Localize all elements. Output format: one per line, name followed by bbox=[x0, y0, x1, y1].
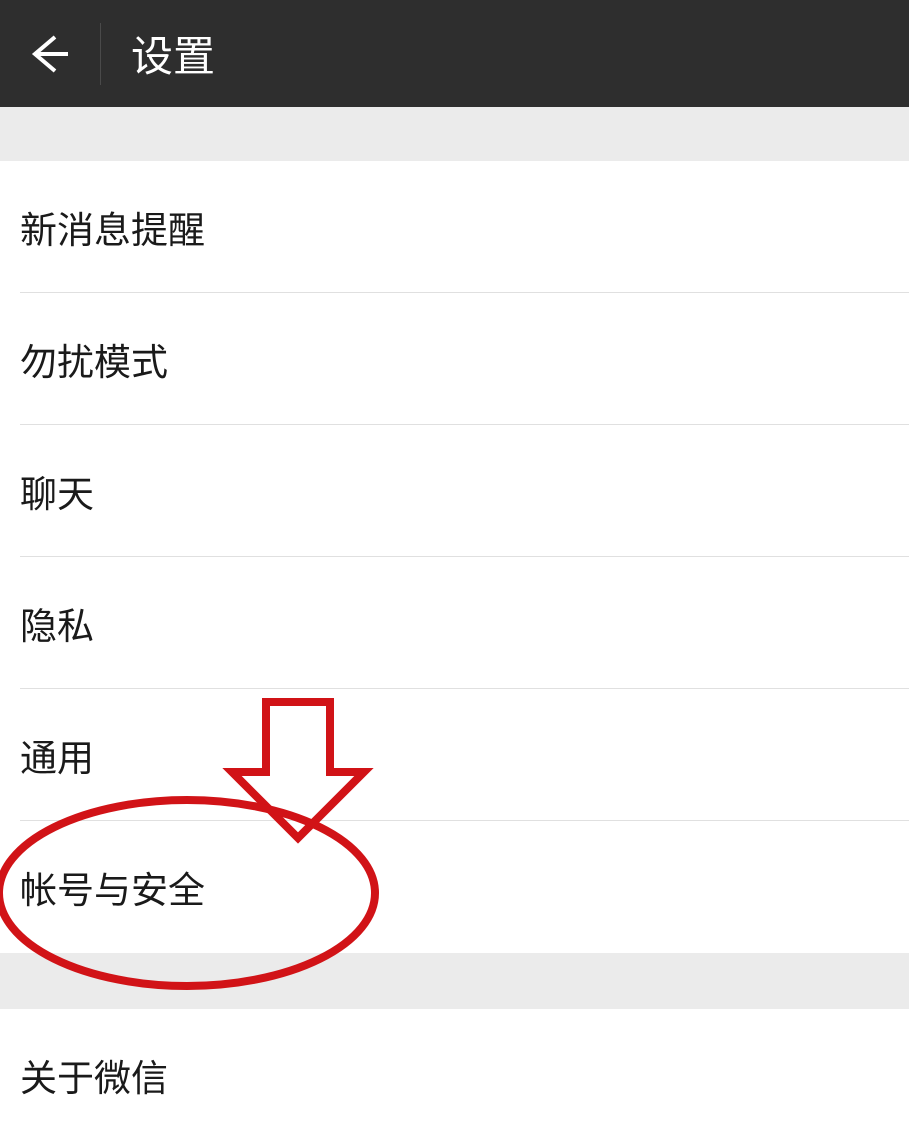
settings-item-privacy[interactable]: 隐私 bbox=[0, 557, 909, 689]
settings-group-1: 新消息提醒 勿扰模式 聊天 隐私 通用 帐号与安全 bbox=[0, 161, 909, 953]
list-item-label: 聊天 bbox=[20, 464, 94, 518]
list-item-label: 勿扰模式 bbox=[20, 332, 168, 386]
list-item-label: 关于微信 bbox=[20, 1048, 168, 1102]
header-divider bbox=[100, 23, 101, 85]
back-button[interactable] bbox=[8, 14, 88, 94]
section-gap bbox=[0, 953, 909, 1009]
settings-item-chat[interactable]: 聊天 bbox=[0, 425, 909, 557]
settings-item-account-security[interactable]: 帐号与安全 bbox=[0, 821, 909, 953]
settings-item-new-message-alerts[interactable]: 新消息提醒 bbox=[0, 161, 909, 293]
list-item-label: 帐号与安全 bbox=[20, 860, 205, 914]
page-title: 设置 bbox=[131, 23, 215, 84]
settings-item-about-wechat[interactable]: 关于微信 bbox=[0, 1009, 909, 1141]
list-item-label: 新消息提醒 bbox=[20, 200, 205, 254]
list-item-label: 通用 bbox=[20, 728, 94, 782]
arrow-left-icon bbox=[23, 29, 73, 79]
app-header: 设置 bbox=[0, 0, 909, 107]
settings-item-general[interactable]: 通用 bbox=[0, 689, 909, 821]
settings-item-do-not-disturb[interactable]: 勿扰模式 bbox=[0, 293, 909, 425]
section-gap bbox=[0, 107, 909, 161]
list-item-label: 隐私 bbox=[20, 596, 94, 650]
settings-group-2: 关于微信 bbox=[0, 1009, 909, 1141]
